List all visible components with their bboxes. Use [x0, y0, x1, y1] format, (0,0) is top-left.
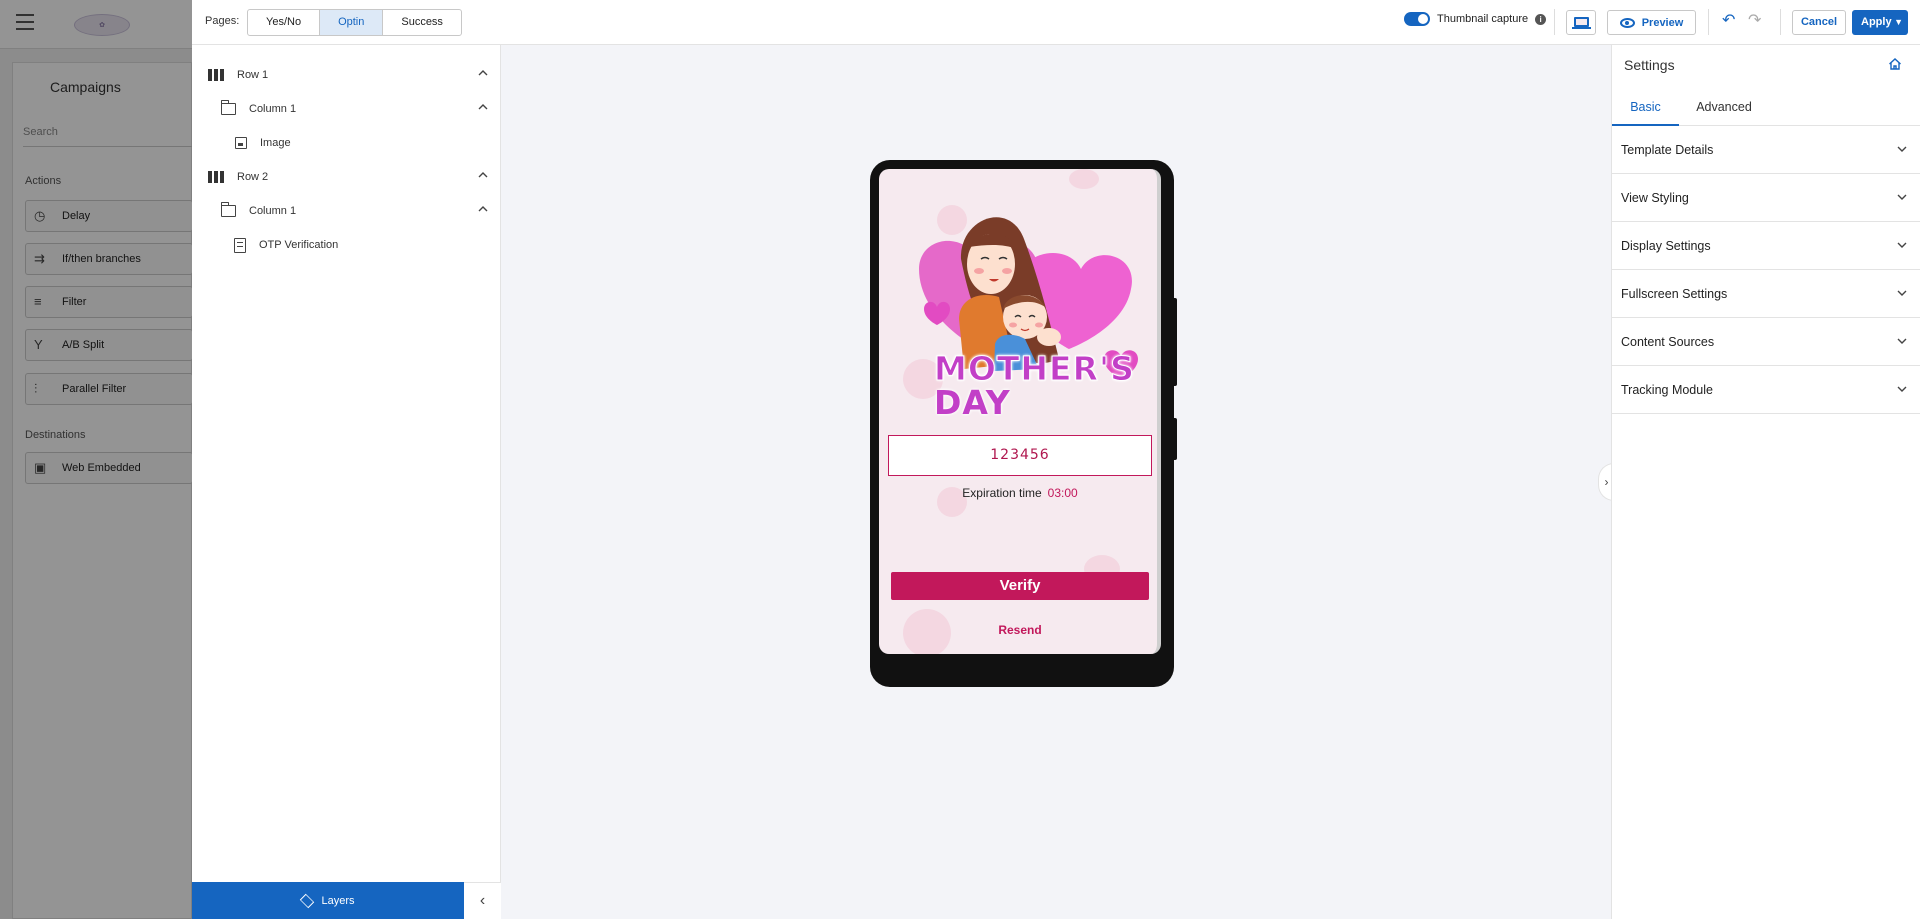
layer-row-2[interactable]: Row 2	[208, 162, 498, 192]
chevron-down-icon	[1897, 386, 1907, 392]
chevron-up-icon[interactable]	[478, 170, 488, 180]
layer-row-1[interactable]: Row 1	[208, 60, 498, 90]
chevron-down-icon	[1897, 146, 1907, 152]
accordion-label: Display Settings	[1621, 239, 1711, 253]
home-icon[interactable]	[1888, 57, 1902, 71]
accordion-label: Tracking Module	[1621, 383, 1713, 397]
chevron-down-icon	[1897, 194, 1907, 200]
accordion-label: Template Details	[1621, 143, 1714, 157]
accordion-label: Fullscreen Settings	[1621, 287, 1728, 301]
chevron-left-icon: ‹	[479, 892, 486, 909]
toolbar-divider	[1780, 9, 1781, 35]
chevron-down-icon	[1897, 290, 1907, 296]
accordion-template-details[interactable]: Template Details	[1612, 126, 1920, 174]
otp-input[interactable]: 123456	[888, 435, 1152, 476]
apply-label: Apply	[1861, 16, 1892, 28]
form-icon	[234, 237, 246, 253]
info-icon[interactable]: i	[1535, 13, 1547, 25]
tab-basic[interactable]: Basic	[1612, 89, 1679, 126]
chevron-up-icon[interactable]	[478, 102, 488, 112]
expiration-time: 03:00	[1047, 486, 1078, 500]
chevron-right-icon: ›	[1604, 475, 1609, 489]
layers-icon	[300, 893, 315, 908]
layer-label: Image	[260, 137, 291, 149]
accordion-fullscreen-settings[interactable]: Fullscreen Settings	[1612, 270, 1920, 318]
rows-icon	[208, 171, 224, 183]
verify-button[interactable]: Verify	[891, 572, 1149, 600]
page-tab-optin[interactable]: Optin	[320, 10, 384, 35]
phone-screen: MOTHER'S DAY 123456 Expiration time 03:00…	[879, 169, 1161, 654]
accordion-label: Content Sources	[1621, 335, 1715, 349]
phone-frame: MOTHER'S DAY 123456 Expiration time 03:00…	[870, 160, 1177, 687]
redo-icon[interactable]: ↷	[1748, 11, 1761, 31]
device-toggle-button[interactable]	[1566, 10, 1596, 35]
tab-advanced[interactable]: Advanced	[1679, 89, 1769, 126]
preview-button[interactable]: Preview	[1607, 10, 1696, 35]
accordion-tracking-module[interactable]: Tracking Module	[1612, 366, 1920, 414]
laptop-icon	[1574, 17, 1589, 27]
page-switcher: Yes/No Optin Success	[247, 9, 462, 36]
accordion-view-styling[interactable]: View Styling	[1612, 174, 1920, 222]
collapse-panel-button[interactable]: ‹	[464, 882, 501, 919]
folder-icon	[220, 202, 236, 217]
expiration-label: Expiration time	[962, 486, 1042, 500]
thumbnail-capture-label: Thumbnail capture	[1437, 13, 1529, 25]
settings-title: Settings	[1624, 57, 1675, 73]
layer-column-1[interactable]: Column 1	[220, 94, 498, 124]
toolbar-divider	[1708, 9, 1709, 35]
editor-canvas: MOTHER'S DAY 123456 Expiration time 03:00…	[501, 45, 1611, 919]
accordion-display-settings[interactable]: Display Settings	[1612, 222, 1920, 270]
chevron-down-icon	[1897, 338, 1907, 344]
thumbnail-capture: Thumbnail capture i	[1404, 12, 1547, 26]
layer-label: OTP Verification	[259, 239, 339, 251]
undo-icon[interactable]: ↶	[1722, 11, 1735, 31]
layer-column-1[interactable]: Column 1	[220, 196, 498, 226]
layers-tab-label: Layers	[321, 894, 355, 907]
layer-label: Row 2	[237, 171, 269, 183]
image-icon	[235, 137, 247, 149]
editor-toolbar: Pages: Yes/No Optin Success Thumbnail ca…	[192, 0, 1920, 45]
pages-label: Pages:	[205, 15, 240, 27]
cancel-button[interactable]: Cancel	[1792, 10, 1846, 35]
rows-icon	[208, 69, 224, 81]
page-tab-yes-no[interactable]: Yes/No	[248, 10, 321, 35]
layer-label: Column 1	[249, 103, 297, 115]
settings-panel: Settings Basic Advanced Template Details…	[1611, 45, 1920, 919]
layers-tab[interactable]: Layers	[192, 882, 464, 919]
phone-side-button	[1172, 418, 1177, 460]
folder-icon	[220, 100, 236, 115]
thumbnail-capture-toggle[interactable]	[1404, 12, 1430, 26]
template-editor: Pages: Yes/No Optin Success Thumbnail ca…	[192, 0, 1920, 919]
chevron-down-icon: ▼	[1894, 17, 1903, 27]
preview-label: Preview	[1641, 16, 1684, 29]
toolbar-divider	[1554, 9, 1555, 35]
accordion-content-sources[interactable]: Content Sources	[1612, 318, 1920, 366]
phone-side-button	[1172, 298, 1177, 386]
mothers-day-subtitle: DAY	[934, 383, 1011, 422]
settings-tabs: Basic Advanced	[1612, 89, 1920, 126]
layer-label: Column 1	[249, 205, 297, 217]
layer-label: Row 1	[237, 69, 269, 81]
chevron-up-icon[interactable]	[478, 204, 488, 214]
page-tab-success[interactable]: Success	[383, 10, 461, 35]
resend-link[interactable]: Resend	[879, 623, 1157, 637]
layer-image[interactable]: Image	[235, 128, 498, 158]
layer-otp-verification[interactable]: OTP Verification	[234, 230, 498, 260]
accordion-label: View Styling	[1621, 191, 1689, 205]
layers-panel: Row 1 Column 1 Image Row 2 Column 1 OTP …	[192, 45, 501, 919]
eye-icon	[1619, 17, 1635, 28]
apply-button[interactable]: Apply ▼	[1852, 10, 1908, 35]
chevron-down-icon	[1897, 242, 1907, 248]
expiration-text: Expiration time 03:00	[879, 486, 1157, 500]
chevron-up-icon[interactable]	[478, 68, 488, 78]
